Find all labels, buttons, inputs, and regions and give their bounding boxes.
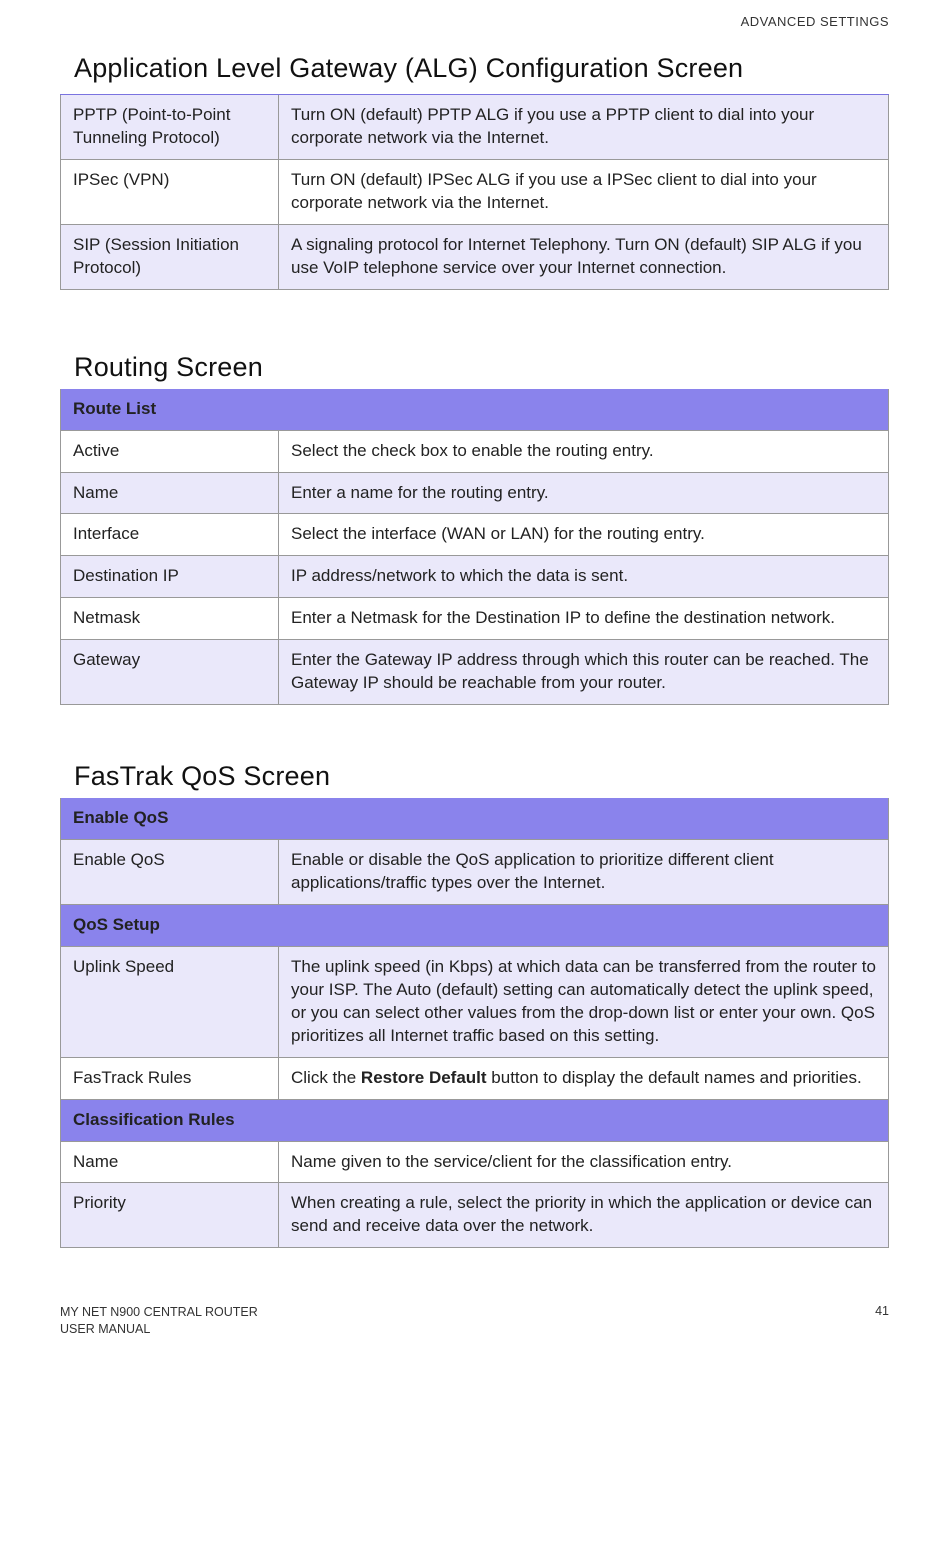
qos-key: Enable QoS [61,840,279,905]
table-header-row: QoS Setup [61,904,889,946]
alg-key: PPTP (Point-to-Point Tunneling Protocol) [61,95,279,159]
table-row: Priority When creating a rule, select th… [61,1183,889,1248]
routing-val: Enter the Gateway IP address through whi… [279,640,889,705]
table-row: IPSec (VPN) Turn ON (default) IPSec ALG … [61,159,889,224]
routing-key: Active [61,430,279,472]
routing-key: Name [61,472,279,514]
routing-key: Gateway [61,640,279,705]
alg-title: Application Level Gateway (ALG) Configur… [60,47,889,95]
qos-val: Enable or disable the QoS application to… [279,840,889,905]
qos-header-setup: QoS Setup [61,904,889,946]
qos-val: Name given to the service/client for the… [279,1141,889,1183]
qos-val-post: button to display the default names and … [487,1068,862,1087]
qos-key: Priority [61,1183,279,1248]
qos-title: FasTrak QoS Screen [60,755,889,798]
qos-table: Enable QoS Enable QoS Enable or disable … [60,798,889,1248]
document-page: ADVANCED SETTINGS Application Level Gate… [0,0,939,1368]
table-row: Active Select the check box to enable th… [61,430,889,472]
routing-key: Netmask [61,598,279,640]
running-header: ADVANCED SETTINGS [60,10,889,47]
alg-val: A signaling protocol for Internet Teleph… [279,224,889,289]
routing-key: Interface [61,514,279,556]
routing-val: Select the interface (WAN or LAN) for th… [279,514,889,556]
table-row: Destination IP IP address/network to whi… [61,556,889,598]
alg-key: SIP (Session Initiation Protocol) [61,224,279,289]
table-row: Uplink Speed The uplink speed (in Kbps) … [61,946,889,1057]
routing-val: Enter a name for the routing entry. [279,472,889,514]
qos-key: Uplink Speed [61,946,279,1057]
routing-title: Routing Screen [60,346,889,389]
routing-key: Destination IP [61,556,279,598]
qos-val: Click the Restore Default button to disp… [279,1057,889,1099]
qos-val-bold: Restore Default [361,1068,487,1087]
qos-val-pre: Click the [291,1068,361,1087]
page-footer: MY NET N900 CENTRAL ROUTER USER MANUAL 4… [60,1248,889,1338]
routing-val: Enter a Netmask for the Destination IP t… [279,598,889,640]
table-header-row: Enable QoS [61,798,889,839]
table-row: Enable QoS Enable or disable the QoS app… [61,840,889,905]
table-row: Name Enter a name for the routing entry. [61,472,889,514]
qos-val: The uplink speed (in Kbps) at which data… [279,946,889,1057]
footer-manual: USER MANUAL [60,1321,258,1338]
routing-table: Route List Active Select the check box t… [60,389,889,706]
alg-val: Turn ON (default) PPTP ALG if you use a … [279,95,889,159]
qos-key: Name [61,1141,279,1183]
table-row: PPTP (Point-to-Point Tunneling Protocol)… [61,95,889,159]
table-row: Netmask Enter a Netmask for the Destinat… [61,598,889,640]
table-row: Gateway Enter the Gateway IP address thr… [61,640,889,705]
alg-table: PPTP (Point-to-Point Tunneling Protocol)… [60,95,889,290]
page-number: 41 [875,1304,889,1338]
table-row: SIP (Session Initiation Protocol) A sign… [61,224,889,289]
table-row: FasTrack Rules Click the Restore Default… [61,1057,889,1099]
table-header-row: Route List [61,389,889,430]
qos-header-enable: Enable QoS [61,798,889,839]
alg-key: IPSec (VPN) [61,159,279,224]
table-row: Interface Select the interface (WAN or L… [61,514,889,556]
routing-header: Route List [61,389,889,430]
table-header-row: Classification Rules [61,1099,889,1141]
table-row: Name Name given to the service/client fo… [61,1141,889,1183]
qos-header-class: Classification Rules [61,1099,889,1141]
qos-val: When creating a rule, select the priorit… [279,1183,889,1248]
alg-val: Turn ON (default) IPSec ALG if you use a… [279,159,889,224]
routing-val: Select the check box to enable the routi… [279,430,889,472]
routing-val: IP address/network to which the data is … [279,556,889,598]
footer-product: MY NET N900 CENTRAL ROUTER [60,1304,258,1321]
qos-key: FasTrack Rules [61,1057,279,1099]
